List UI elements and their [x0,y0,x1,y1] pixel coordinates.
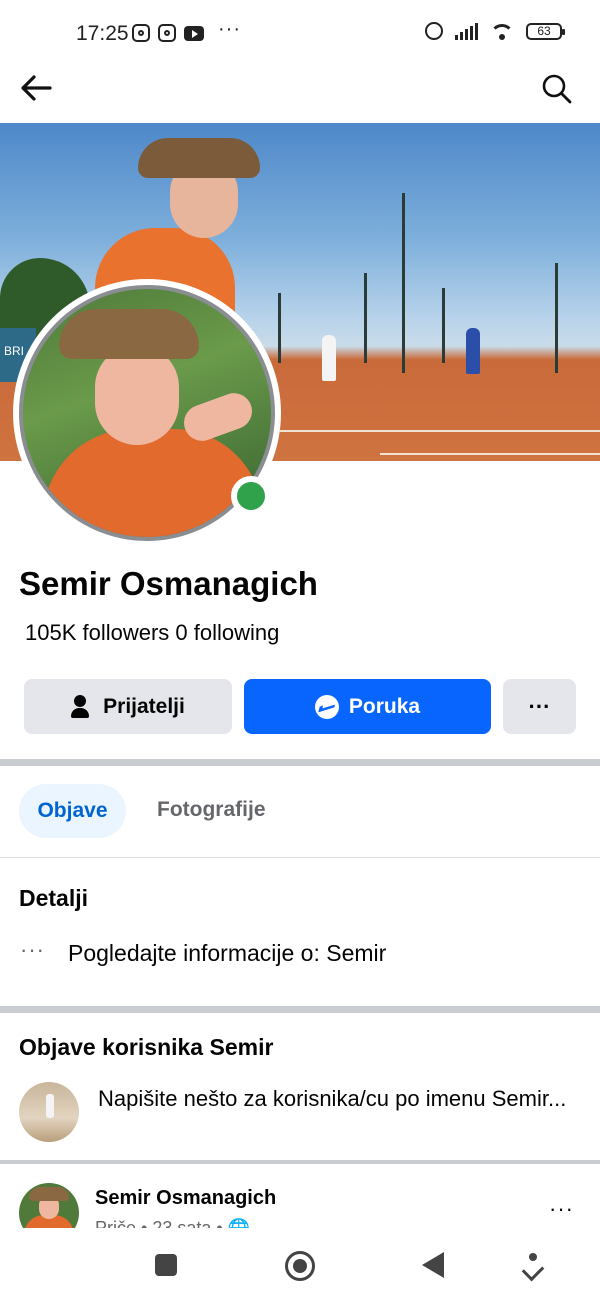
system-icons: 63 [425,22,565,40]
details-title: Detalji [19,885,89,911]
tennis-player [322,335,336,381]
ellipsis-icon: ··· [20,936,45,962]
message-button-label: Poruka [348,694,421,718]
post-meta: Priče • 23 sata • 🌐 [95,1218,251,1228]
light-pole [442,288,445,363]
composer-avatar [19,1082,79,1142]
composer-input[interactable]: Napišite nešto za korisnika/cu po imenu … [98,1084,568,1113]
recent-apps-icon[interactable] [155,1254,177,1276]
tennis-player [466,328,480,374]
tabs-divider [0,857,600,858]
more-options-button[interactable]: ··· [503,679,576,734]
details-info-row[interactable]: ··· Pogledajte informacije o: Semir [20,936,387,967]
light-pole [555,263,558,373]
friends-button[interactable]: Prijatelji [24,679,232,734]
follower-stats[interactable]: 105K followers 0 following [25,620,279,646]
wifi-icon [490,22,514,40]
court-line [280,430,600,432]
system-navigation-bar [0,1228,600,1301]
tab-posts[interactable]: Objave [19,784,126,838]
online-status-indicator [231,476,271,516]
person-check-icon [71,694,93,719]
instagram-icon [158,24,176,42]
tab-photos[interactable]: Fotografije [157,798,266,822]
youtube-icon [184,25,204,41]
home-icon[interactable] [285,1251,315,1281]
status-bar: 17:25 ··· 63 [0,0,600,64]
back-triangle-icon[interactable] [422,1252,444,1278]
post-more-icon[interactable]: ··· [549,1196,574,1222]
friends-button-label: Prijatelji [103,694,185,718]
more-notifications-icon: ··· [218,17,241,40]
accessibility-icon[interactable] [522,1253,544,1279]
light-pole [364,273,367,363]
profile-name: Semir Osmanagich [19,565,318,602]
details-info-text: Pogledajte informacije o: Semir [68,940,387,966]
threads-icon [132,24,150,42]
status-time: 17:25 [76,22,129,45]
section-divider [0,759,600,766]
alarm-icon [425,22,443,40]
post-author-name[interactable]: Semir Osmanagich [95,1187,276,1210]
section-divider [0,1160,600,1164]
notification-icons: ··· [132,18,241,42]
search-icon[interactable] [540,72,574,106]
messenger-icon [314,694,339,719]
back-arrow-icon[interactable] [18,70,58,110]
ellipsis-icon: ··· [528,693,551,719]
section-divider [0,1006,600,1013]
light-pole [278,293,281,363]
posts-section-title: Objave korisnika Semir [19,1034,274,1060]
message-button[interactable]: Poruka [244,679,491,734]
signal-icon [455,22,478,40]
court-line [380,453,600,455]
light-pole [402,193,405,373]
profile-avatar[interactable] [13,279,281,547]
battery-icon: 63 [526,22,565,40]
